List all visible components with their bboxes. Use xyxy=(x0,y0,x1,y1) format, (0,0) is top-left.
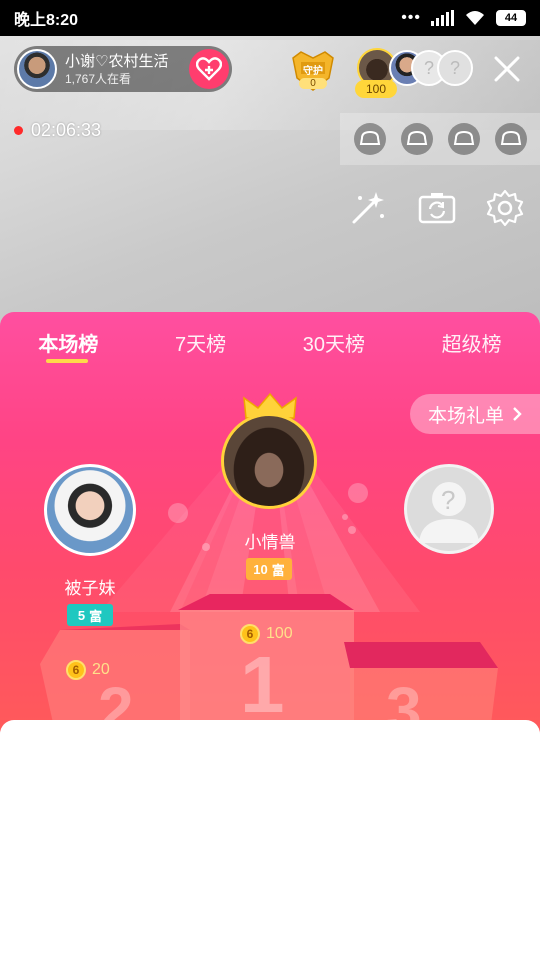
first-place-name: 小情兽 xyxy=(244,533,296,552)
unknown-user-icon: ? xyxy=(419,482,479,543)
seats-bar xyxy=(340,113,540,165)
close-icon[interactable] xyxy=(490,52,524,86)
active-tab-indicator xyxy=(46,359,88,363)
host-info-pill[interactable]: 小谢♡农村生活 1,767人在看 xyxy=(14,46,232,92)
status-icons: ••• 44 xyxy=(401,9,526,27)
coin-icon: 6 xyxy=(240,624,260,644)
status-bar: 晚上8:20 ••• 44 xyxy=(0,0,540,36)
live-duration: 02:06:33 xyxy=(31,120,102,140)
second-place-name: 被子妹 xyxy=(64,579,116,598)
tab-7-days[interactable]: 7天榜 xyxy=(167,326,234,366)
first-place-coins: 6 100 xyxy=(240,624,293,644)
guard-count: 0 xyxy=(299,78,327,89)
third-place-empty-avatar: ? xyxy=(404,464,494,554)
settings-gear-icon[interactable] xyxy=(485,188,525,228)
first-place-avatar[interactable] xyxy=(221,413,317,509)
heart-plus-icon xyxy=(196,57,222,81)
empty-viewer-slot-2: ? xyxy=(437,50,473,86)
follow-button[interactable] xyxy=(189,49,229,89)
seat-icon[interactable] xyxy=(447,123,480,155)
gift-list-label: 本场礼单 xyxy=(428,405,505,427)
more-dots-icon: ••• xyxy=(401,9,421,26)
battery-icon: 44 xyxy=(496,10,526,26)
first-place-coin-amount: 100 xyxy=(266,625,293,642)
seat-icon[interactable] xyxy=(353,123,386,155)
tab-super[interactable]: 超级榜 xyxy=(434,326,510,366)
second-place-rich-badge: 5 富 xyxy=(67,604,113,626)
gift-list-button[interactable]: 本场礼单 xyxy=(410,394,540,434)
ranking-list-sheet xyxy=(0,720,540,960)
host-avatar[interactable] xyxy=(17,49,57,89)
wifi-icon xyxy=(466,11,484,25)
guard-badge[interactable]: 守护 0 xyxy=(289,48,337,92)
seat-icon[interactable] xyxy=(494,123,527,155)
second-place-rich-suffix: 富 xyxy=(89,608,103,624)
top-viewer-score: 100 xyxy=(355,80,397,98)
second-place-rich-level: 5 xyxy=(77,607,86,623)
live-timer: 02:06:33 xyxy=(14,120,101,141)
host-name: 小谢♡农村生活 xyxy=(65,52,169,70)
tab-30-days[interactable]: 30天榜 xyxy=(295,326,373,366)
live-dot-icon xyxy=(14,126,23,135)
svg-text:?: ? xyxy=(441,485,455,515)
status-time: 晚上8:20 xyxy=(14,12,79,29)
rank-1-digit: 1 xyxy=(240,640,285,729)
first-place-rich-level: 10 xyxy=(253,561,268,577)
host-info: 小谢♡农村生活 1,767人在看 xyxy=(65,52,189,87)
ranking-panel: 1 2 3 本场榜 7天榜 30天榜 超级榜 本场礼单 小情兽 10 富 6 1… xyxy=(0,312,540,732)
first-place-rich-suffix: 富 xyxy=(271,562,285,578)
second-place-coins: 6 20 xyxy=(66,660,110,680)
second-place-coin-amount: 20 xyxy=(92,661,110,678)
signal-icon xyxy=(431,10,454,26)
camera-flip-icon[interactable] xyxy=(417,188,457,228)
magic-wand-icon[interactable] xyxy=(348,188,388,228)
second-place-avatar[interactable] xyxy=(44,464,136,556)
chevron-right-icon xyxy=(513,407,522,421)
viewer-count: 1,767人在看 xyxy=(65,71,132,86)
coin-icon: 6 xyxy=(66,660,86,680)
guard-label: 守护 xyxy=(303,66,323,77)
first-place-rich-badge: 10 富 xyxy=(246,558,292,580)
seat-icon[interactable] xyxy=(400,123,433,155)
